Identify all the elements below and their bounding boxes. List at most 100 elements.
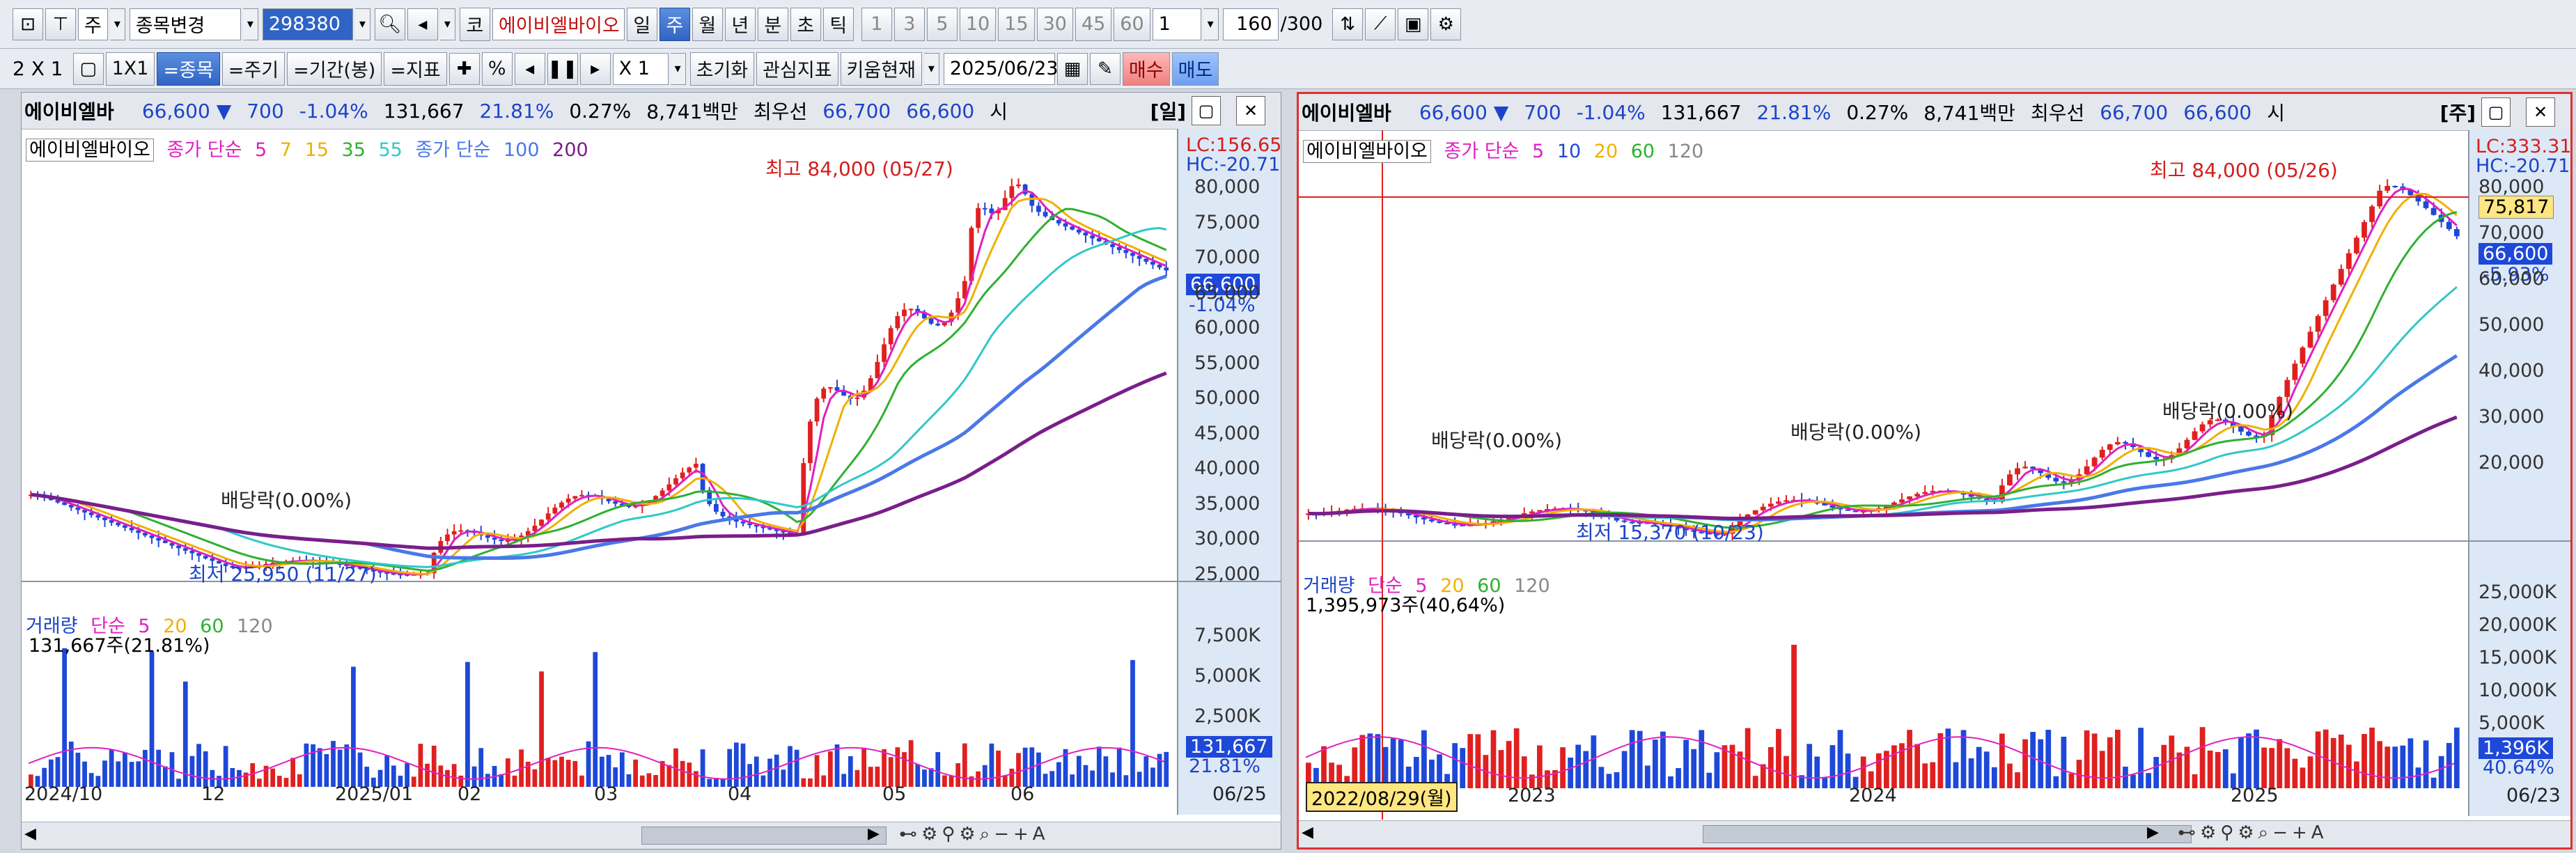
step-forward-icon[interactable]: ▸ [579,52,611,85]
candle-body [579,494,584,496]
period-button[interactable]: 주 [659,7,690,41]
volume-bar [774,754,779,787]
maximize-icon[interactable]: ▢ [2481,97,2511,127]
volume-bar [834,744,840,787]
pause-icon[interactable]: ❚❚ [547,52,578,85]
stock-code-input[interactable]: 298380 [262,8,353,40]
chevron-down-icon[interactable]: ▾ [923,52,939,85]
close-icon[interactable]: ✕ [2526,97,2555,127]
calendar-icon[interactable]: ▦ [1056,52,1088,85]
interval-button[interactable]: 3 [893,7,925,41]
horizontal-scrollbar[interactable]: ◀ ▶ ⊷⚙⚲⚙⌕−+A [1299,820,2570,847]
period-button[interactable]: 일 [626,7,657,41]
gear-icon[interactable]: ⚙ [1430,8,1462,40]
period-button[interactable]: 초 [790,7,821,41]
volume-bar [182,681,188,787]
reset-button[interactable]: 초기화 [689,52,755,86]
sell-button[interactable]: 매도 [1171,52,1219,86]
scroll-left-icon[interactable]: ◀ [24,825,36,843]
quote-bar: 에이비엘바 66,600 ▼ 700 -1.04% 131,667 21.81%… [1299,94,2570,131]
chevron-down-icon[interactable]: ▾ [670,52,686,85]
x-axis-label: 2024/10 [24,783,103,805]
volume-bar [1991,767,1997,788]
candle-body [492,538,497,540]
data-count-input[interactable]: 160 [1222,8,1279,40]
search-icon[interactable]: 🔍︎ [374,8,405,40]
lc-label: LC:333.31 [2476,136,2572,157]
close-icon[interactable]: ✕ [1236,96,1265,125]
interval-button[interactable]: 45 [1075,7,1112,41]
window-icon[interactable]: ⊡ [13,8,43,40]
draw-line-icon[interactable]: ⟋ [1365,8,1396,40]
period-button[interactable]: 분 [757,7,788,41]
scroll-right-icon[interactable]: ▶ [868,825,880,843]
chevron-down-icon[interactable]: ▾ [439,8,455,40]
buy-button[interactable]: 매수 [1122,52,1170,86]
by-item-button[interactable]: =종목 [157,52,220,86]
scroll-thumb[interactable] [641,827,887,845]
volume-bar [2254,729,2259,788]
item-change-select[interactable]: 종목변경 [129,8,241,40]
multiplier-select[interactable]: X 1 [612,52,669,85]
chevron-down-icon[interactable]: ▾ [1203,8,1219,40]
count-input[interactable]: 1 [1152,8,1201,40]
crosshair-icon[interactable]: ✚ [448,52,480,85]
volume-bar [1999,733,2005,788]
interest-indicator-button[interactable]: 관심지표 [756,52,838,86]
interval-button[interactable]: 30 [1036,7,1073,41]
price-change-pct: -1.04% [299,99,368,123]
pin-icon[interactable]: ⊤ [45,8,76,40]
volume-bar [136,761,141,787]
interval-button[interactable]: 1 [861,7,892,41]
date-input[interactable]: 2025/06/23 [943,52,1059,85]
period-button[interactable]: 년 [724,7,756,41]
candle-body [1914,494,1921,496]
zoom-bars-icon[interactable]: ⇅ [1332,8,1364,40]
volume-bar [1930,762,1936,788]
volume-bar [2061,737,2067,788]
one-by-one-button[interactable]: 1X1 [105,52,155,86]
volume-bar [814,755,820,787]
chevron-down-icon[interactable]: ▾ [242,8,258,40]
grid-icon[interactable]: ▢ [72,52,104,85]
scroll-thumb[interactable] [1703,825,2192,843]
chevron-down-icon[interactable]: ▾ [354,8,370,40]
chevron-down-icon[interactable]: ▾ [109,8,125,40]
interval-button[interactable]: 5 [926,7,958,41]
by-period-button[interactable]: =주기 [221,52,286,86]
market-prefix-button[interactable]: 코 [459,7,490,41]
legend-ma120: 120 [1667,141,1704,162]
volume-bar [1953,762,1959,788]
zoom-tools-icon[interactable]: ⊷⚙⚲⚙⌕−+A [2178,822,2328,844]
zoom-tools-icon[interactable]: ⊷⚙⚲⚙⌕−+A [899,824,1049,845]
scroll-right-icon[interactable]: ▶ [2147,824,2159,841]
interval-button[interactable]: 15 [998,7,1035,41]
volume-bar [451,764,457,787]
volume-bar [270,768,276,787]
volume-tag: 1,396K [2479,737,2554,759]
maximize-icon[interactable]: ▢ [1192,96,1221,125]
by-indicator-button[interactable]: =지표 [384,52,447,86]
horizontal-scrollbar[interactable]: ◀ ▶ ⊷⚙⚲⚙⌕−+A [22,822,1281,849]
percent-button[interactable]: % [481,52,513,86]
scroll-left-icon[interactable]: ◀ [1302,824,1313,841]
interval-button[interactable]: 60 [1114,7,1150,41]
candle-body [2246,431,2251,436]
kiwoom-current-button[interactable]: 키움현재 [840,52,922,86]
period-button[interactable]: 월 [692,7,723,41]
stock-name: 에이비엘바 [24,100,114,123]
candle-body [1036,205,1041,212]
volume-bar [1090,770,1095,787]
period-select[interactable]: 주 [78,8,108,40]
eraser-icon[interactable]: ✎ [1089,52,1121,85]
interval-button[interactable]: 10 [959,7,997,41]
period-button[interactable]: 틱 [822,7,854,41]
chart-area[interactable] [22,129,1281,824]
chart-area[interactable] [1299,130,2570,825]
volume-bar [861,747,866,787]
step-back-icon[interactable]: ◂ [514,52,545,85]
by-range-button[interactable]: =기간(봉) [287,52,382,86]
save-icon[interactable]: ▣ [1398,8,1429,40]
volume-bar [324,754,329,787]
speaker-icon[interactable]: ◂ [407,8,438,40]
